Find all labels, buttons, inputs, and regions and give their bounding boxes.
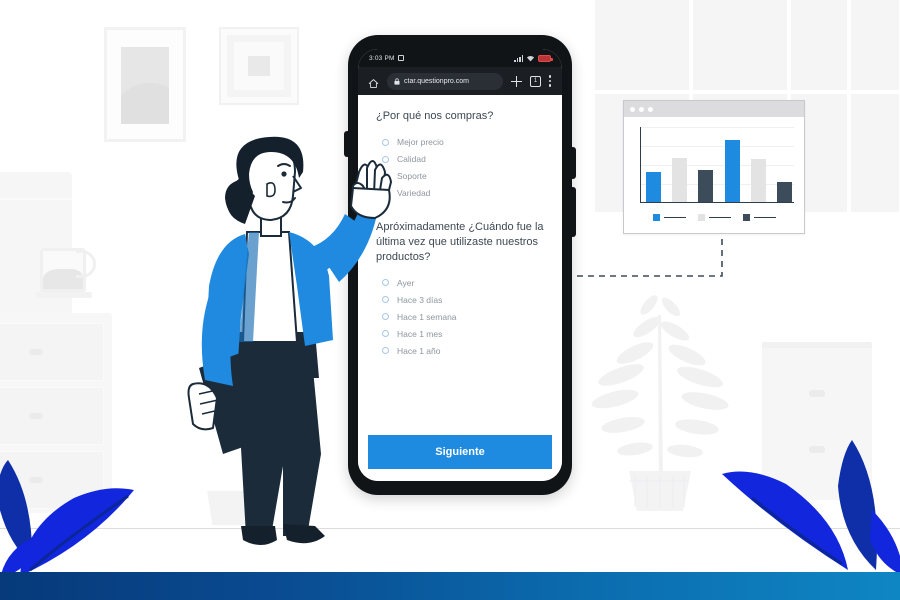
survey-option[interactable]: Hace 3 días (376, 291, 544, 308)
chart-plot-area (640, 127, 794, 203)
survey-option-label: Mejor precio (397, 137, 444, 148)
chart-bar (750, 158, 766, 202)
address-bar-url: ctar.questionpro.com (404, 77, 469, 85)
window-dot-icon (648, 106, 653, 112)
chart-window-titlebar (624, 101, 804, 117)
survey-option-label: Hace 1 mes (397, 328, 443, 339)
survey-option[interactable]: Variedad (376, 185, 544, 202)
bottom-gradient-bar (0, 572, 900, 600)
survey-option-label: Hace 3 días (397, 294, 443, 305)
survey-option-label: Calidad (397, 154, 426, 165)
chart-legend-item (697, 214, 731, 221)
cabinet-drawer (0, 323, 104, 381)
chart-bar (776, 182, 792, 202)
survey-option[interactable]: Soporte (376, 168, 544, 185)
picture-mat (121, 47, 169, 124)
chart-bar (672, 157, 688, 202)
survey-questions: ¿Por qué nos compras? Mejor precio Calidad… (376, 109, 544, 359)
woman-illustration (183, 136, 398, 548)
illustration-scene: 3:03 PM ctar.questionpro.com 1 ¿Por qué … (0, 0, 900, 600)
chart-body (624, 117, 804, 235)
status-time: 3:03 PM (369, 54, 395, 62)
phone-volume-button[interactable] (572, 187, 576, 237)
jug-handle (76, 250, 96, 278)
cabinet-drawer (0, 387, 104, 445)
picture-inner-square (248, 56, 270, 76)
alarm-icon (397, 55, 404, 61)
window-dot-icon (630, 106, 635, 112)
survey-option[interactable]: Hace 1 semana (376, 308, 544, 325)
water-jug (32, 240, 98, 300)
survey-option-label: Ayer (397, 277, 415, 288)
survey-option[interactable]: Hace 1 mes (376, 325, 544, 342)
chart-legend (634, 214, 794, 221)
wifi-icon (526, 55, 535, 62)
wall-panel (851, 0, 900, 92)
survey-option-label: Variedad (397, 188, 431, 199)
address-bar[interactable]: ctar.questionpro.com (387, 72, 503, 90)
wall-panel (791, 0, 849, 92)
survey-option-label: Hace 1 semana (397, 311, 457, 322)
tab-counter-icon[interactable]: 1 (530, 75, 541, 87)
plus-icon[interactable] (511, 75, 522, 87)
chart-bars (646, 126, 792, 202)
legend-placeholder-line (753, 217, 776, 218)
wall-panel (595, 0, 691, 92)
question-title: ¿Por qué nos compras? (376, 110, 494, 122)
wall-panel (851, 94, 900, 214)
chart-bar (698, 170, 714, 202)
blue-leaves-right (666, 434, 900, 584)
signal-icon (514, 54, 523, 62)
framed-picture-tall (104, 27, 186, 142)
survey-option[interactable]: Ayer (376, 274, 544, 291)
chart-x-axis (640, 202, 794, 203)
legend-swatch (652, 214, 660, 221)
window-dot-icon (639, 106, 644, 112)
framed-picture-square (219, 27, 299, 105)
home-icon[interactable] (368, 76, 379, 88)
chart-bar (646, 171, 661, 202)
blue-leaves-left (0, 444, 214, 584)
chart-legend-item (742, 214, 776, 221)
survey-option[interactable]: Mejor precio (376, 134, 544, 151)
browser-toolbar: ctar.questionpro.com 1 (358, 67, 562, 95)
survey-option-label: Soporte (397, 171, 427, 182)
question-title: Apróximadamente ¿Cuándo fue la última ve… (376, 220, 544, 263)
chart-window-card (623, 100, 805, 234)
lock-icon (394, 77, 400, 85)
legend-swatch (697, 214, 705, 221)
survey-option-label: Hace 1 año (397, 345, 441, 356)
status-bar: 3:03 PM (358, 49, 562, 67)
wall-panel (693, 0, 789, 92)
jug-base (36, 292, 92, 298)
dashed-connector (575, 228, 735, 283)
legend-swatch (742, 214, 750, 221)
chart-bar (724, 139, 740, 202)
battery-icon (538, 54, 553, 62)
survey-option[interactable]: Hace 1 año (376, 342, 544, 359)
legend-placeholder-line (663, 217, 686, 218)
chart-y-axis (640, 127, 641, 203)
phone-power-button[interactable] (572, 147, 576, 179)
overflow-menu-icon[interactable] (549, 75, 552, 87)
legend-placeholder-line (708, 217, 731, 218)
chart-legend-item (652, 214, 686, 221)
survey-option[interactable]: Calidad (376, 151, 544, 168)
